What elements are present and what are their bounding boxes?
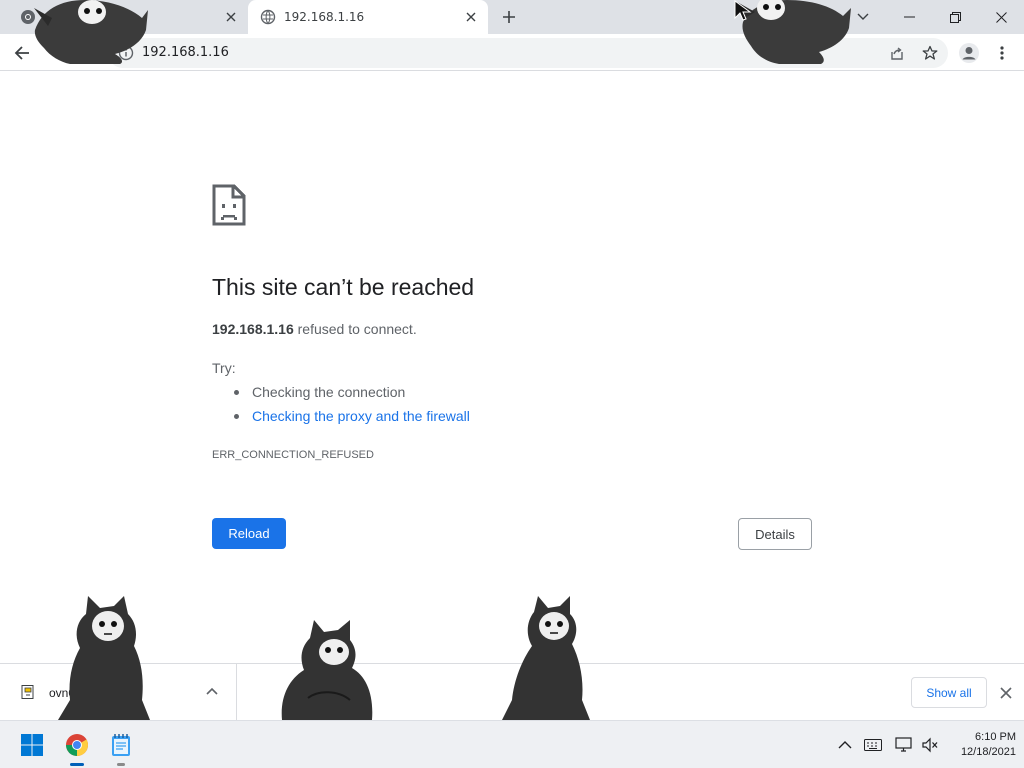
- close-icon[interactable]: [997, 684, 1015, 702]
- close-icon[interactable]: [978, 0, 1024, 34]
- error-host: 192.168.1.16: [212, 321, 294, 337]
- restore-icon[interactable]: [932, 0, 978, 34]
- proxy-firewall-link[interactable]: Checking the proxy and the firewall: [252, 408, 470, 424]
- chrome-icon[interactable]: [61, 729, 93, 761]
- url-text: 192.168.1.16: [142, 45, 229, 60]
- notepad-icon[interactable]: [105, 729, 137, 761]
- sad-page-icon: [212, 184, 246, 226]
- cat-overlay: [502, 596, 590, 720]
- taskbar: 6:10 PM 12/18/2021: [0, 720, 1024, 768]
- system-clock[interactable]: 6:10 PM 12/18/2021: [944, 730, 1016, 760]
- cat-overlay: [58, 596, 150, 720]
- error-message: 192.168.1.16 refused to connect.: [212, 321, 417, 337]
- app-indicator: [117, 763, 125, 766]
- close-tab-icon[interactable]: [222, 8, 240, 26]
- active-app-indicator: [70, 763, 84, 766]
- profile-icon[interactable]: [955, 39, 983, 67]
- windows-start-icon[interactable]: [16, 729, 48, 761]
- tab-strip: 192.168.1.16: [0, 0, 1024, 34]
- suggestion-list: Checking the connection Checking the pro…: [232, 384, 470, 432]
- error-code: ERR_CONNECTION_REFUSED: [212, 449, 374, 461]
- toolbar: 192.168.1.16: [0, 34, 1024, 71]
- volume-muted-icon[interactable]: [920, 735, 940, 755]
- share-icon[interactable]: [883, 39, 911, 67]
- minimize-icon[interactable]: [886, 0, 932, 34]
- menu-icon[interactable]: [988, 39, 1016, 67]
- cat-overlay: [737, 0, 851, 64]
- star-icon[interactable]: [916, 39, 944, 67]
- tab-title: 192.168.1.16: [284, 10, 365, 24]
- chevron-up-icon[interactable]: [835, 735, 855, 755]
- show-all-button[interactable]: Show all: [911, 677, 987, 708]
- suggestion-text: Checking the connection: [252, 384, 406, 400]
- clock-date: 12/18/2021: [960, 746, 1016, 758]
- suggestion-item[interactable]: Checking the proxy and the firewall: [232, 408, 470, 432]
- error-message-text: refused to connect.: [293, 321, 417, 337]
- error-title: This site can’t be reached: [212, 274, 475, 300]
- mouse-cursor-icon: [734, 0, 752, 21]
- file-icon: [20, 684, 36, 700]
- reload-button[interactable]: Reload: [212, 518, 286, 549]
- tab-active[interactable]: 192.168.1.16: [248, 0, 488, 34]
- network-icon[interactable]: [894, 735, 914, 755]
- globe-icon: [260, 9, 276, 25]
- close-tab-icon[interactable]: [462, 8, 480, 26]
- keyboard-icon[interactable]: [863, 735, 883, 755]
- chevron-up-icon[interactable]: [204, 684, 220, 700]
- clock-time: 6:10 PM: [975, 731, 1016, 743]
- try-label: Try:: [212, 360, 236, 376]
- cat-overlay: [281, 620, 373, 720]
- suggestion-item: Checking the connection: [232, 384, 470, 408]
- cat-overlay: [34, 0, 148, 64]
- plus-icon[interactable]: [498, 6, 520, 28]
- details-button[interactable]: Details: [738, 518, 812, 550]
